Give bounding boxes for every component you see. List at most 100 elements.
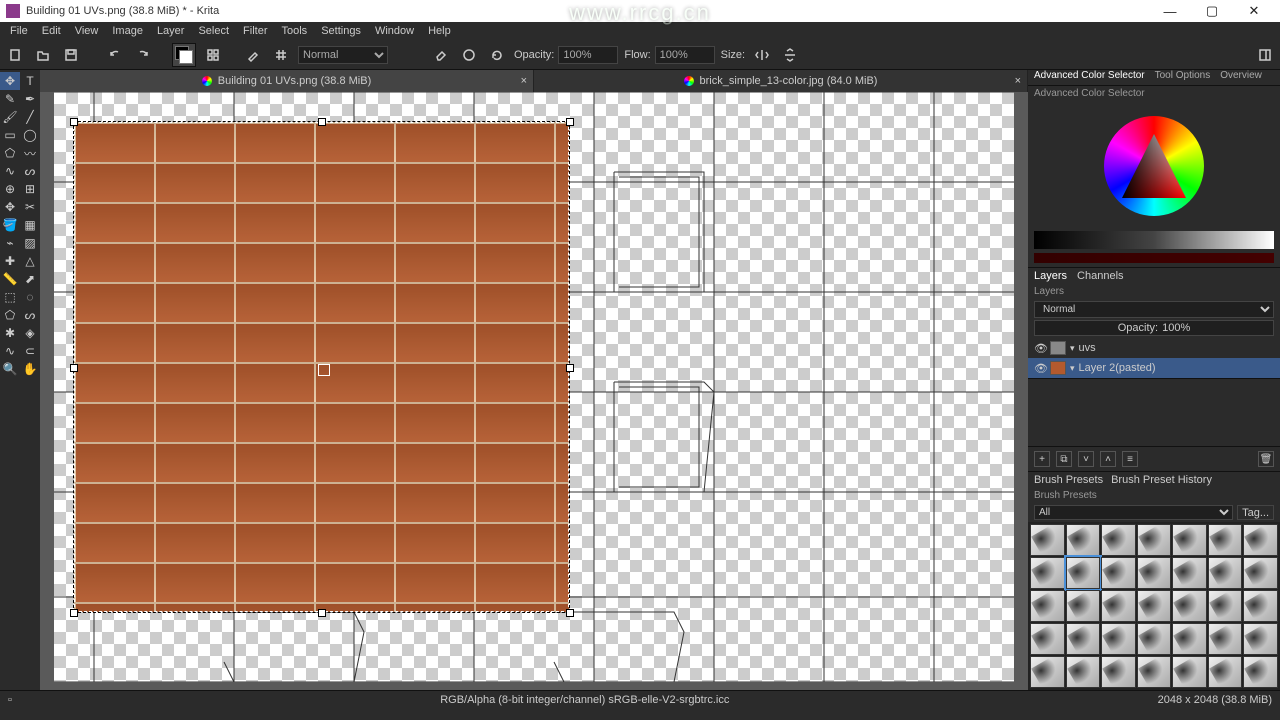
transform-handle-ne[interactable]: [566, 118, 574, 126]
tool-crop[interactable]: ✂: [20, 198, 40, 216]
brush-presets-tab[interactable]: Brush Presets: [1034, 474, 1103, 486]
tab-building-uvs[interactable]: Building 01 UVs.png (38.8 MiB) ×: [40, 70, 534, 92]
pattern-button[interactable]: [202, 44, 224, 66]
tab-close-icon[interactable]: ×: [521, 75, 527, 87]
alpha-lock-toggle[interactable]: [458, 44, 480, 66]
layer-name[interactable]: uvs: [1079, 342, 1096, 354]
new-file-button[interactable]: [4, 44, 26, 66]
brush-preset[interactable]: [1243, 623, 1278, 655]
tool-move[interactable]: ✥: [0, 198, 20, 216]
brush-preset[interactable]: [1101, 557, 1136, 589]
tool-pattern[interactable]: ▨: [20, 234, 40, 252]
tab-brick-texture[interactable]: brick_simple_13-color.jpg (84.0 MiB) ×: [534, 70, 1028, 92]
menu-image[interactable]: Image: [106, 23, 149, 39]
workspace-button[interactable]: [1254, 44, 1276, 66]
brush-preset[interactable]: [1172, 557, 1207, 589]
brush-preset[interactable]: [1101, 623, 1136, 655]
minimize-button[interactable]: —: [1150, 1, 1190, 21]
tool-select-free[interactable]: ᔕ: [20, 306, 40, 324]
mirror-h-button[interactable]: [751, 44, 773, 66]
move-up-button[interactable]: ˄: [1100, 451, 1116, 467]
brush-preset[interactable]: [1137, 557, 1172, 589]
layers-tab[interactable]: Layers: [1034, 270, 1067, 282]
color-wheel[interactable]: [1028, 101, 1280, 231]
tool-assistant[interactable]: △: [20, 252, 40, 270]
menu-view[interactable]: View: [69, 23, 105, 39]
tool-transform[interactable]: ✥: [0, 72, 20, 90]
transform-handle-n[interactable]: [318, 118, 326, 126]
tool-select-magnetic[interactable]: ⊂: [20, 342, 40, 360]
visibility-icon[interactable]: 👁: [1034, 362, 1046, 375]
transform-handle-nw[interactable]: [70, 118, 78, 126]
tool-line[interactable]: ╱: [20, 108, 40, 126]
tool-text[interactable]: T: [20, 72, 40, 90]
brush-preset[interactable]: [1066, 524, 1101, 556]
menu-file[interactable]: File: [4, 23, 34, 39]
brush-preset[interactable]: [1172, 656, 1207, 688]
brush-preset[interactable]: [1137, 590, 1172, 622]
transform-handle-se[interactable]: [566, 609, 574, 617]
brush-preset[interactable]: [1243, 524, 1278, 556]
menu-settings[interactable]: Settings: [315, 23, 367, 39]
brush-preset[interactable]: [1101, 590, 1136, 622]
brush-preset[interactable]: [1243, 557, 1278, 589]
tool-zoom[interactable]: 🔍: [0, 360, 20, 378]
brush-preset[interactable]: [1030, 623, 1065, 655]
tab-close-icon[interactable]: ×: [1015, 75, 1021, 87]
menu-layer[interactable]: Layer: [151, 23, 191, 39]
background-color[interactable]: [179, 50, 193, 64]
channels-tab[interactable]: Channels: [1077, 270, 1123, 282]
brush-button[interactable]: [242, 44, 264, 66]
delete-layer-button[interactable]: 🗑: [1258, 451, 1274, 467]
brush-preset[interactable]: [1101, 656, 1136, 688]
tool-select-poly[interactable]: ⬠: [0, 306, 20, 324]
brush-preset[interactable]: [1066, 590, 1101, 622]
brush-filter-select[interactable]: All: [1034, 505, 1233, 520]
sv-triangle[interactable]: [1122, 134, 1186, 198]
grid-button[interactable]: [270, 44, 292, 66]
layer-menu-button[interactable]: ≡: [1122, 451, 1138, 467]
brush-preset[interactable]: [1066, 656, 1101, 688]
tool-ellipse[interactable]: ◯: [20, 126, 40, 144]
tool-edit-shapes[interactable]: ✎: [0, 90, 20, 108]
undo-button[interactable]: [104, 44, 126, 66]
brush-preset[interactable]: [1137, 656, 1172, 688]
blend-mode-select[interactable]: Normal: [298, 46, 388, 64]
tab-tool-options[interactable]: Tool Options: [1155, 70, 1211, 85]
brush-preset[interactable]: [1208, 623, 1243, 655]
brush-preset[interactable]: [1208, 656, 1243, 688]
canvas-viewport[interactable]: [40, 92, 1028, 690]
dup-layer-button[interactable]: ⧉: [1056, 451, 1072, 467]
visibility-icon[interactable]: 👁: [1034, 342, 1046, 355]
redo-button[interactable]: [132, 44, 154, 66]
tool-bezier[interactable]: ∿: [0, 162, 20, 180]
brush-preset[interactable]: [1030, 557, 1065, 589]
tool-select-contig[interactable]: ✱: [0, 324, 20, 342]
transform-handle-w[interactable]: [70, 364, 78, 372]
tool-calligraphy[interactable]: ✒: [20, 90, 40, 108]
transform-center[interactable]: [318, 364, 330, 376]
tool-measure[interactable]: 📏: [0, 270, 20, 288]
tool-dyna[interactable]: ⊕: [0, 180, 20, 198]
layer-blend-mode[interactable]: Normal: [1034, 301, 1274, 318]
layer-name[interactable]: Layer 2(pasted): [1079, 362, 1156, 374]
tool-select-rect[interactable]: ⬚: [0, 288, 20, 306]
tool-rectangle[interactable]: ▭: [0, 126, 20, 144]
document[interactable]: [54, 92, 1014, 682]
value-strip[interactable]: [1034, 231, 1274, 249]
layer-opacity[interactable]: Opacity: 100%: [1034, 320, 1274, 336]
flow-input[interactable]: [655, 46, 715, 64]
add-layer-button[interactable]: +: [1034, 451, 1050, 467]
brush-preset[interactable]: [1101, 524, 1136, 556]
opacity-input[interactable]: [558, 46, 618, 64]
tool-brush[interactable]: 🖌: [0, 108, 20, 126]
layer-item-pasted[interactable]: 👁 ▾ Layer 2(pasted): [1028, 358, 1280, 378]
brush-preset[interactable]: [1172, 590, 1207, 622]
brush-preset[interactable]: [1172, 623, 1207, 655]
mirror-v-button[interactable]: [779, 44, 801, 66]
tool-pan[interactable]: ✋: [20, 360, 40, 378]
brush-tag-button[interactable]: Tag...: [1237, 505, 1274, 520]
menu-filter[interactable]: Filter: [237, 23, 273, 39]
alpha-inherit-icon[interactable]: ▾: [1070, 363, 1075, 374]
brush-preset[interactable]: [1208, 524, 1243, 556]
